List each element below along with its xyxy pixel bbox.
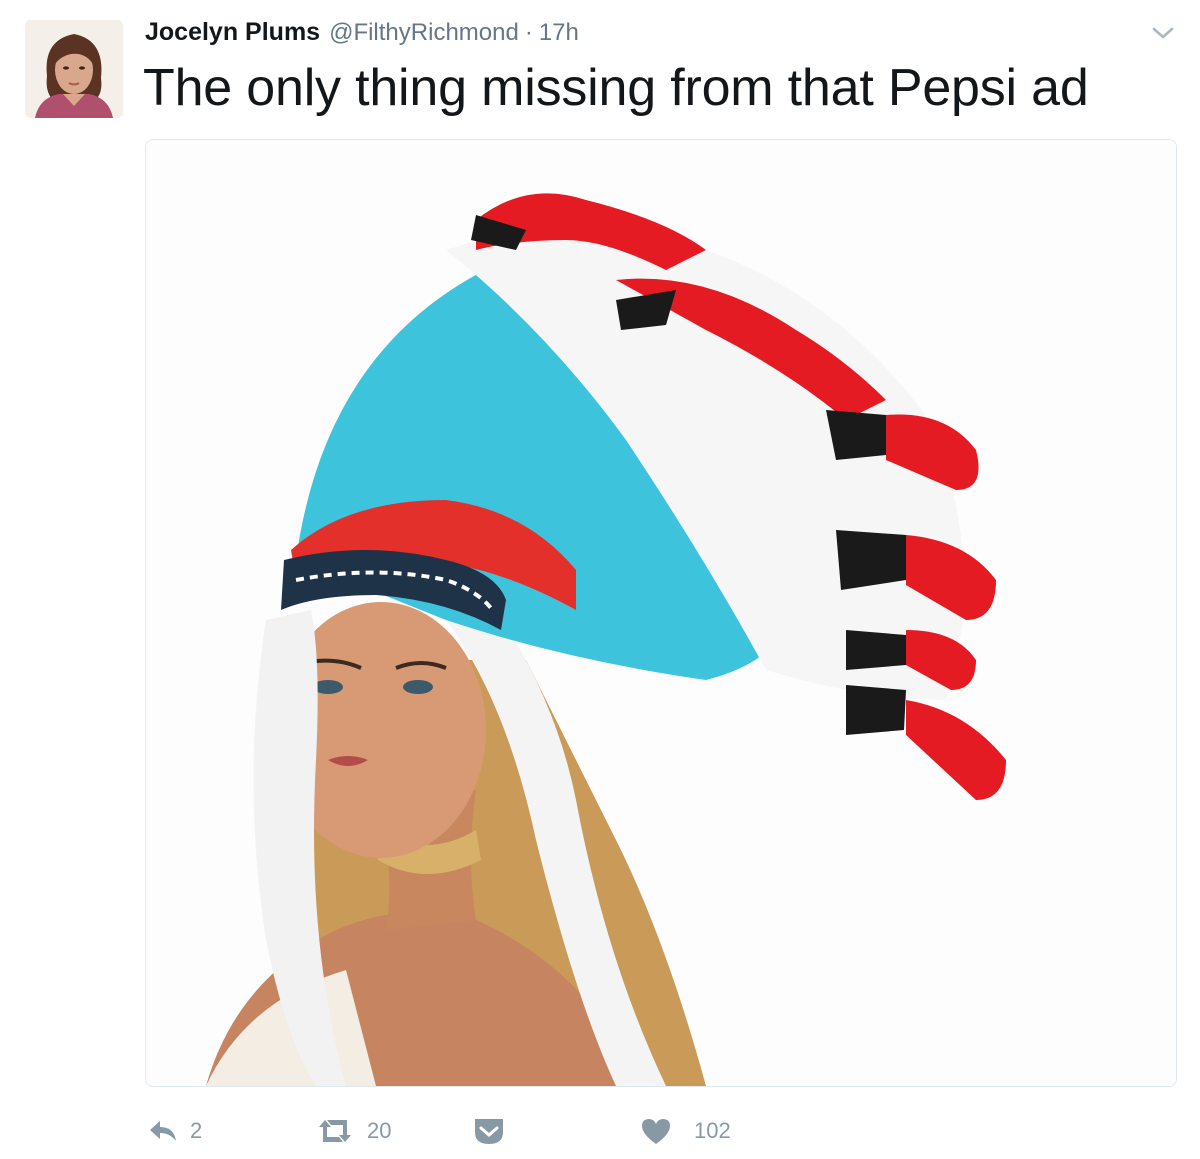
author-avatar[interactable] [25,20,123,118]
separator-dot: · [524,19,533,46]
reply-button[interactable]: 2 [146,1113,202,1149]
headdress-photo [146,140,1176,1086]
heart-icon [642,1119,670,1144]
tweet-card[interactable]: Jocelyn Plums @FilthyRichmond · 17h The … [0,0,1200,1159]
chevron-down-icon [1152,27,1174,39]
tweet-actions: 2 20 102 [0,1105,1200,1155]
tweet-header: Jocelyn Plums @FilthyRichmond · 17h [145,18,579,52]
reply-count: 2 [190,1118,203,1143]
like-button[interactable]: 102 [640,1113,731,1149]
retweet-button[interactable]: 20 [313,1113,391,1149]
author-name[interactable]: Jocelyn Plums [145,18,320,47]
retweet-icon [319,1120,351,1142]
tweet-timestamp[interactable]: 17h [539,19,579,47]
direct-message-button[interactable] [472,1113,506,1149]
tweet-media[interactable] [145,139,1177,1087]
retweet-count: 20 [367,1118,392,1143]
tweet-menu-button[interactable] [1150,22,1176,44]
reply-icon [150,1121,176,1141]
author-handle[interactable]: @FilthyRichmond [329,19,519,47]
like-count: 102 [694,1118,731,1143]
tweet-text: The only thing missing from that Pepsi a… [143,59,1089,117]
avatar-photo [25,20,123,118]
direct-message-icon [475,1119,503,1144]
